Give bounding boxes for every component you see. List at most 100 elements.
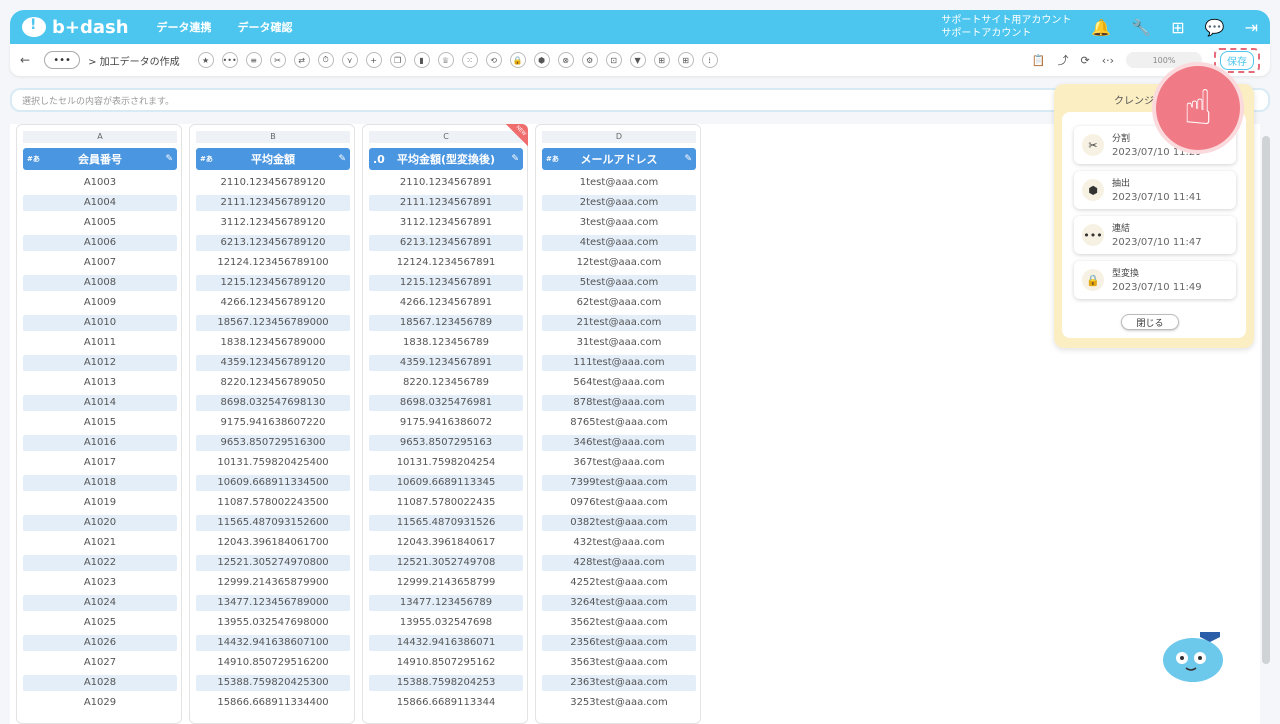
table-cell[interactable]: 15866.668911334400	[196, 695, 350, 711]
table-cell[interactable]: 4359.1234567891	[369, 355, 523, 371]
table-cell[interactable]: A1022	[23, 555, 177, 571]
table-cell[interactable]: 4test@aaa.com	[542, 235, 696, 251]
table-cell[interactable]: A1021	[23, 535, 177, 551]
table-cell[interactable]: 1test@aaa.com	[542, 175, 696, 191]
table-cell[interactable]: 14910.8507295162	[369, 655, 523, 671]
table-cell[interactable]: A1005	[23, 215, 177, 231]
save-button[interactable]: 保存	[1220, 50, 1254, 70]
tool-icon[interactable]: •••	[221, 52, 238, 68]
logout-icon[interactable]: ⇥	[1245, 18, 1258, 37]
table-cell[interactable]: 428test@aaa.com	[542, 555, 696, 571]
table-cell[interactable]: 4266.1234567891	[369, 295, 523, 311]
table-cell[interactable]: 10609.668911334500	[196, 475, 350, 491]
table-cell[interactable]: 14910.850729516200	[196, 655, 350, 671]
share-icon[interactable]: ⤴	[1057, 52, 1068, 68]
table-cell[interactable]: 4359.123456789120	[196, 355, 350, 371]
tool-icon[interactable]: ⊞	[653, 52, 670, 68]
tool-icon[interactable]: ⁞	[701, 52, 718, 68]
table-cell[interactable]: A1020	[23, 515, 177, 531]
tool-icon[interactable]: ⇄	[293, 52, 310, 68]
table-cell[interactable]: 1215.123456789120	[196, 275, 350, 291]
table-cell[interactable]: 367test@aaa.com	[542, 455, 696, 471]
table-cell[interactable]: 62test@aaa.com	[542, 295, 696, 311]
table-cell[interactable]: 18567.123456789	[369, 315, 523, 331]
tool-icon[interactable]: 🔒	[509, 52, 526, 68]
table-cell[interactable]: 21test@aaa.com	[542, 315, 696, 331]
table-cell[interactable]: 2110.1234567891	[369, 175, 523, 191]
edit-pencil-icon[interactable]: ✎	[511, 154, 519, 164]
table-cell[interactable]: 5test@aaa.com	[542, 275, 696, 291]
table-cell[interactable]: 3253test@aaa.com	[542, 695, 696, 711]
table-cell[interactable]: 12521.3052749708	[369, 555, 523, 571]
table-cell[interactable]: 2356test@aaa.com	[542, 635, 696, 651]
tool-icon[interactable]: ⊞	[677, 52, 694, 68]
table-cell[interactable]: 8220.123456789	[369, 375, 523, 391]
table-cell[interactable]: A1029	[23, 695, 177, 711]
tool-icon[interactable]: ★	[197, 52, 214, 68]
column-header[interactable]: .0 平均金額(型変換後) ✎	[369, 148, 523, 170]
table-cell[interactable]: 2test@aaa.com	[542, 195, 696, 211]
code-icon[interactable]: ‹·›	[1102, 54, 1114, 67]
table-cell[interactable]: A1010	[23, 315, 177, 331]
table-cell[interactable]: 13477.123456789	[369, 595, 523, 611]
table-cell[interactable]: 1215.1234567891	[369, 275, 523, 291]
table-cell[interactable]: 4252test@aaa.com	[542, 575, 696, 591]
table-cell[interactable]: 12043.3961840617	[369, 535, 523, 551]
table-cell[interactable]: 12043.396184061700	[196, 535, 350, 551]
table-cell[interactable]: 2363test@aaa.com	[542, 675, 696, 691]
column-letter[interactable]: C	[369, 131, 523, 143]
history-item[interactable]: ⬢ 抽出 2023/07/10 11:41	[1074, 171, 1236, 209]
table-cell[interactable]: A1018	[23, 475, 177, 491]
table-cell[interactable]: 9175.941638607220	[196, 415, 350, 431]
table-cell[interactable]: 31test@aaa.com	[542, 335, 696, 351]
table-cell[interactable]: 3264test@aaa.com	[542, 595, 696, 611]
table-cell[interactable]: 878test@aaa.com	[542, 395, 696, 411]
vertical-scrollbar[interactable]	[1262, 136, 1270, 664]
table-cell[interactable]: 9175.9416386072	[369, 415, 523, 431]
app-logo[interactable]: b+dash	[22, 17, 129, 38]
table-cell[interactable]: 12124.123456789100	[196, 255, 350, 271]
table-cell[interactable]: 2111.1234567891	[369, 195, 523, 211]
table-cell[interactable]: 8698.0325476981	[369, 395, 523, 411]
table-cell[interactable]: A1003	[23, 175, 177, 191]
table-cell[interactable]: A1027	[23, 655, 177, 671]
table-cell[interactable]: A1012	[23, 355, 177, 371]
table-cell[interactable]: 13955.032547698	[369, 615, 523, 631]
table-cell[interactable]: 12test@aaa.com	[542, 255, 696, 271]
table-cell[interactable]: 3563test@aaa.com	[542, 655, 696, 671]
column-letter[interactable]: D	[542, 131, 696, 143]
chat-icon[interactable]: 💬	[1205, 18, 1225, 37]
tool-icon[interactable]: ❐	[389, 52, 406, 68]
table-cell[interactable]: 10131.7598204254	[369, 455, 523, 471]
table-cell[interactable]: A1015	[23, 415, 177, 431]
tool-icon[interactable]: ≡	[245, 52, 262, 68]
table-cell[interactable]: A1028	[23, 675, 177, 691]
table-cell[interactable]: 7399test@aaa.com	[542, 475, 696, 491]
history-item[interactable]: ••• 連結 2023/07/10 11:47	[1074, 216, 1236, 254]
table-cell[interactable]: A1026	[23, 635, 177, 651]
table-cell[interactable]: 12124.1234567891	[369, 255, 523, 271]
mascot-icon[interactable]	[1160, 628, 1226, 688]
column-header[interactable]: #あ メールアドレス ✎	[542, 148, 696, 170]
tool-icon[interactable]: ⊡	[605, 52, 622, 68]
table-cell[interactable]: 11565.4870931526	[369, 515, 523, 531]
tool-icon[interactable]: +	[365, 52, 382, 68]
table-cell[interactable]: 6213.1234567891	[369, 235, 523, 251]
table-cell[interactable]: 111test@aaa.com	[542, 355, 696, 371]
table-cell[interactable]: 11087.5780022435	[369, 495, 523, 511]
table-cell[interactable]: A1019	[23, 495, 177, 511]
column-letter[interactable]: A	[23, 131, 177, 143]
table-cell[interactable]: 15388.7598204253	[369, 675, 523, 691]
clipboard-icon[interactable]: 📋	[1032, 54, 1046, 67]
table-cell[interactable]: A1009	[23, 295, 177, 311]
table-cell[interactable]: 4266.123456789120	[196, 295, 350, 311]
table-cell[interactable]: 13477.123456789000	[196, 595, 350, 611]
table-cell[interactable]: 18567.123456789000	[196, 315, 350, 331]
grid-icon[interactable]: ⊞	[1171, 18, 1184, 37]
table-cell[interactable]: 9653.8507295163	[369, 435, 523, 451]
table-cell[interactable]: 0382test@aaa.com	[542, 515, 696, 531]
table-cell[interactable]: A1008	[23, 275, 177, 291]
column-header[interactable]: #あ 会員番号 ✎	[23, 148, 177, 170]
tool-icon[interactable]: ⏱	[317, 52, 334, 68]
table-cell[interactable]: 11087.578002243500	[196, 495, 350, 511]
